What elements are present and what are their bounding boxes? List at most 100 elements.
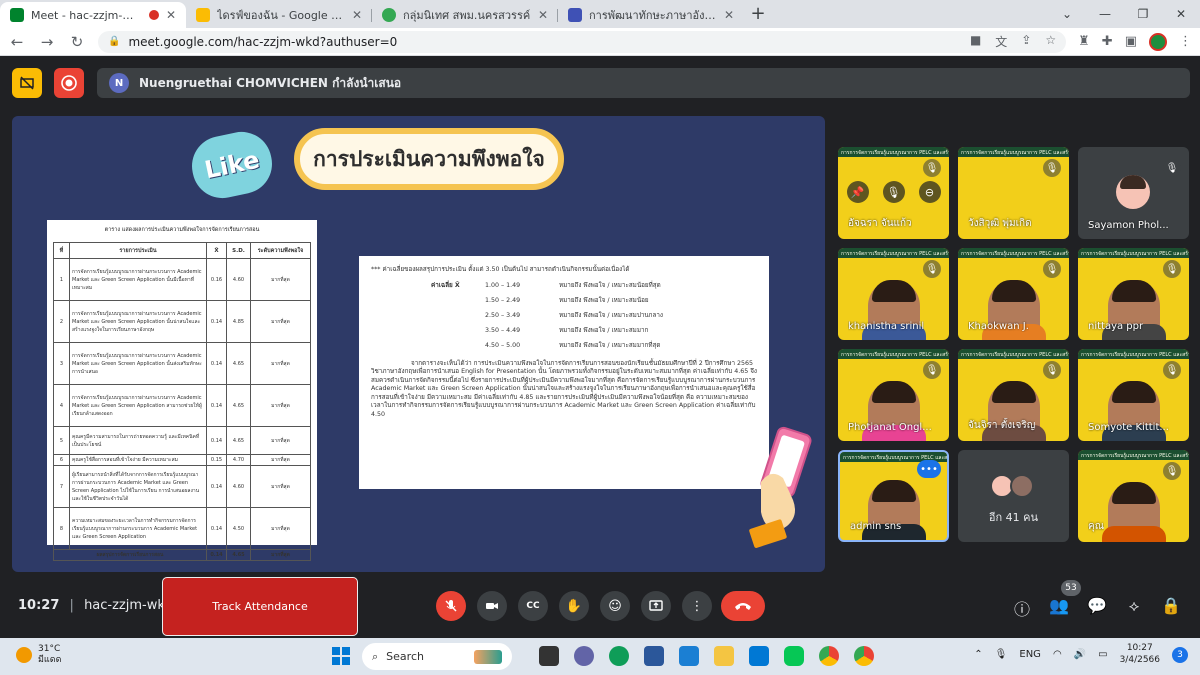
- participant-tile[interactable]: การการจัดการเรียนรู้แบบบูรณาการ PELC และ…: [958, 147, 1069, 239]
- cell-sd: 4.70: [226, 454, 251, 466]
- file-explorer-icon[interactable]: [714, 646, 734, 666]
- cell-level: มากที่สุด: [250, 300, 311, 343]
- back-icon[interactable]: ←: [8, 33, 26, 51]
- evaluation-table: ที่ รายการประเมิน X̄ S.D. ระดับความพึงพอ…: [53, 242, 311, 561]
- lock-icon[interactable]: 🔒: [108, 36, 120, 47]
- participant-tile[interactable]: การการจัดการเรียนรู้แบบบูรณาการ PELC และ…: [1078, 450, 1189, 542]
- activities-icon[interactable]: ⟡: [1123, 596, 1145, 616]
- share-icon[interactable]: ⇪: [1021, 33, 1031, 50]
- app-l-icon[interactable]: [679, 646, 699, 666]
- captions-icon[interactable]: CC: [518, 591, 548, 621]
- captions-off-icon[interactable]: [12, 68, 42, 98]
- meeting-details-icon[interactable]: ⓘ: [1011, 596, 1033, 620]
- clock[interactable]: 10:27 3/4/2566: [1120, 643, 1160, 666]
- chevron-up-icon[interactable]: ⌃: [974, 649, 982, 660]
- present-screen-icon[interactable]: [641, 591, 671, 621]
- participant-tile[interactable]: อีก 41 คน: [958, 450, 1069, 542]
- participant-tile[interactable]: การการจัดการเรียนรู้แบบบูรณาการ PELC และ…: [958, 248, 1069, 340]
- weather-widget[interactable]: 31°C มีแดด: [16, 644, 61, 666]
- presenter-text: Nuengruethai CHOMVICHEN กำลังนำเสนอ: [139, 75, 402, 90]
- close-tab-icon[interactable]: ✕: [166, 8, 176, 22]
- tile-banner: การการจัดการเรียนรู้แบบบูรณาการ PELC และ…: [958, 147, 1069, 157]
- mail-icon[interactable]: [749, 646, 769, 666]
- camera-in-use-icon[interactable]: ■: [970, 33, 981, 50]
- extension-icon[interactable]: ♜: [1078, 34, 1090, 49]
- windows-start-icon[interactable]: [332, 647, 350, 665]
- bookmark-star-icon[interactable]: ☆: [1045, 33, 1056, 50]
- cell-no: 1: [53, 258, 70, 301]
- mic-off-icon[interactable]: [436, 591, 466, 621]
- meeting-info: 10:27 | hac-zzjm-wkd: [18, 598, 174, 613]
- profile-avatar[interactable]: [1149, 32, 1167, 51]
- extensions-puzzle-icon[interactable]: ✚: [1102, 34, 1113, 49]
- participant-tile[interactable]: การการจัดการเรียนรู้แบบบูรณาการ PELC และ…: [1078, 349, 1189, 441]
- forward-icon[interactable]: →: [38, 33, 56, 51]
- participant-name: admin sns: [850, 521, 902, 532]
- participant-name: จันจิรา ตั้งเจริญ: [968, 420, 1036, 431]
- participant-tile[interactable]: การการจัดการเรียนรู้แบบบูรณาการ PELC และ…: [958, 349, 1069, 441]
- cell-level: มากที่สุด: [250, 454, 311, 466]
- participant-tile[interactable]: การการจัดการเรียนรู้แบบบูรณาการ PELC และ…: [838, 349, 949, 441]
- pin-icon[interactable]: 📌: [846, 181, 869, 203]
- restore-icon[interactable]: ❐: [1124, 0, 1162, 28]
- url-input[interactable]: 🔒 meet.google.com/hac-zzjm-wkd?authuser=…: [98, 30, 1067, 53]
- new-tab-button[interactable]: +: [744, 2, 772, 28]
- language-indicator[interactable]: ENG: [1019, 649, 1041, 660]
- remove-icon[interactable]: ⊖: [918, 181, 941, 203]
- battery-icon[interactable]: ▭: [1098, 649, 1107, 660]
- task-view-icon[interactable]: [539, 646, 559, 666]
- people-icon[interactable]: 👥: [1048, 596, 1070, 615]
- drive-favicon-icon: [196, 8, 210, 22]
- emoji-icon[interactable]: ☺: [600, 591, 630, 621]
- reload-icon[interactable]: ↻: [68, 33, 86, 51]
- cell-item: คุณครูใช้สื่อการสอนที่เข้าใจง่าย มีความเ…: [69, 454, 207, 466]
- close-tab-icon[interactable]: ✕: [538, 8, 548, 22]
- notification-badge[interactable]: 3: [1172, 646, 1188, 663]
- participant-tile[interactable]: การการจัดการเรียนรู้แบบบูรณาการ PELC และ…: [838, 450, 949, 542]
- address-bar: ← → ↻ 🔒 meet.google.com/hac-zzjm-wkd?aut…: [0, 28, 1200, 56]
- chat-icon[interactable]: 💬: [1086, 596, 1108, 615]
- tab-drive[interactable]: ไดรฟ์ของฉัน - Google ไดรฟ์ ✕: [186, 2, 372, 28]
- chrome-icon[interactable]: [819, 646, 839, 666]
- translate-icon[interactable]: 文: [995, 33, 1007, 50]
- cell-level: มากที่สุด: [250, 465, 311, 508]
- recording-icon[interactable]: [54, 68, 84, 98]
- presenter-banner: N Nuengruethai CHOMVICHEN กำลังนำเสนอ: [97, 68, 1190, 98]
- raise-hand-icon[interactable]: ✋: [559, 591, 589, 621]
- wifi-icon[interactable]: ◠: [1053, 649, 1062, 660]
- taskbar-search[interactable]: ⌕ Search: [362, 643, 512, 670]
- presenter-avatar: N: [109, 73, 129, 93]
- chrome-menu-icon[interactable]: ⋮: [1179, 34, 1192, 49]
- volume-icon[interactable]: 🔊: [1074, 649, 1086, 660]
- chrome-profile-icon[interactable]: [854, 646, 874, 666]
- mic-muted-icon: 🎙: [923, 260, 941, 278]
- camera-icon[interactable]: [477, 591, 507, 621]
- cell-sd: 4.65: [226, 426, 251, 455]
- tab-forms[interactable]: การพัฒนาทักษะภาษาอังกฤษ English ✕: [558, 2, 744, 28]
- track-attendance-button[interactable]: Track Attendance: [162, 577, 358, 636]
- word-icon[interactable]: [644, 646, 664, 666]
- participant-tile[interactable]: การการจัดการเรียนรู้แบบบูรณาการ PELC และ…: [838, 147, 949, 239]
- tab-meet[interactable]: Meet - hac-zzjm-wkd ✕: [0, 2, 186, 28]
- teams-chat-icon[interactable]: [574, 646, 594, 666]
- minimize-icon[interactable]: —: [1086, 0, 1124, 28]
- close-tab-icon[interactable]: ✕: [724, 8, 734, 22]
- close-window-icon[interactable]: ✕: [1162, 0, 1200, 28]
- microphone-icon[interactable]: 🎙: [995, 649, 1008, 660]
- cell-no: 6: [53, 454, 70, 466]
- participant-tile[interactable]: 🎙 Sayamon Phol...: [1078, 147, 1189, 239]
- more-options-icon[interactable]: ⋮: [682, 591, 712, 621]
- leave-call-icon[interactable]: [721, 591, 765, 621]
- line-icon[interactable]: [784, 646, 804, 666]
- col-header-no: ที่: [53, 242, 70, 259]
- participant-tile[interactable]: การการจัดการเรียนรู้แบบบูรณาการ PELC และ…: [838, 248, 949, 340]
- side-panel-icon[interactable]: ▣: [1125, 34, 1137, 49]
- mute-participant-icon[interactable]: 🎙: [882, 181, 905, 203]
- tab-search-icon[interactable]: ⌄: [1048, 0, 1086, 28]
- edge-icon[interactable]: [609, 646, 629, 666]
- scale-range: 3.50 – 4.49: [485, 326, 521, 334]
- tab-nsw[interactable]: กลุ่มนิเทศ สพม.นครสวรรค์ ✕: [372, 2, 558, 28]
- close-tab-icon[interactable]: ✕: [352, 8, 362, 22]
- host-controls-icon[interactable]: 🔒: [1160, 596, 1182, 615]
- participant-tile[interactable]: การการจัดการเรียนรู้แบบบูรณาการ PELC และ…: [1078, 248, 1189, 340]
